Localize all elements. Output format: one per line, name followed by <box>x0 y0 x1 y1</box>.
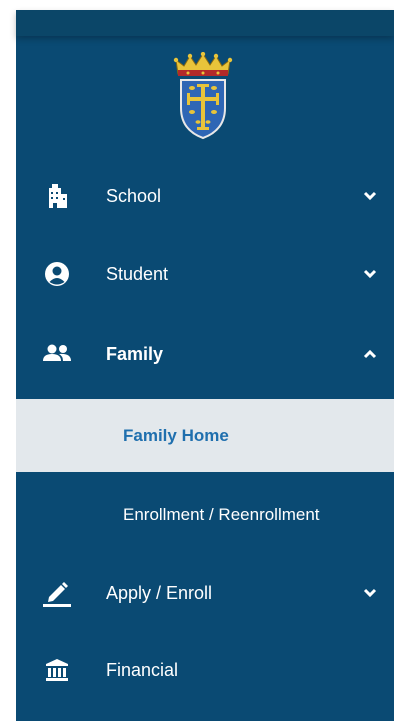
sidebar-subitem-family-home[interactable]: Family Home <box>16 399 394 472</box>
sidebar: School Student Family Family Home Enroll… <box>16 10 394 721</box>
sidebar-item-school[interactable]: School <box>16 168 394 224</box>
sidebar-item-student[interactable]: Student <box>16 246 394 302</box>
sidebar-subitem-label: Enrollment / Reenrollment <box>123 504 320 524</box>
sidebar-item-label: Student <box>106 263 169 284</box>
pencil-icon <box>42 578 72 608</box>
building-icon <box>42 181 72 211</box>
sidebar-subitem-label: Family Home <box>123 425 229 445</box>
bank-icon <box>42 655 72 685</box>
sidebar-item-label: School <box>106 185 162 206</box>
sidebar-item-label: Family <box>106 343 164 364</box>
sidebar-item-family[interactable]: Family <box>16 326 394 382</box>
sidebar-item-label: Apply / Enroll <box>106 582 213 603</box>
sidebar-top-bar <box>16 10 394 36</box>
sidebar-item-apply-enroll[interactable]: Apply / Enroll <box>16 565 394 621</box>
sidebar-item-label: Financial <box>106 659 179 680</box>
sidebar-subitem-enrollment[interactable]: Enrollment / Reenrollment <box>16 478 394 551</box>
users-icon <box>42 339 72 369</box>
user-circle-icon <box>42 259 72 289</box>
chevron-down-icon[interactable] <box>360 583 380 603</box>
chevron-down-icon[interactable] <box>360 186 380 206</box>
sidebar-item-financial[interactable]: Financial <box>16 642 394 698</box>
chevron-up-icon[interactable] <box>360 344 380 364</box>
school-crest-icon <box>173 52 233 140</box>
chevron-down-icon[interactable] <box>360 264 380 284</box>
